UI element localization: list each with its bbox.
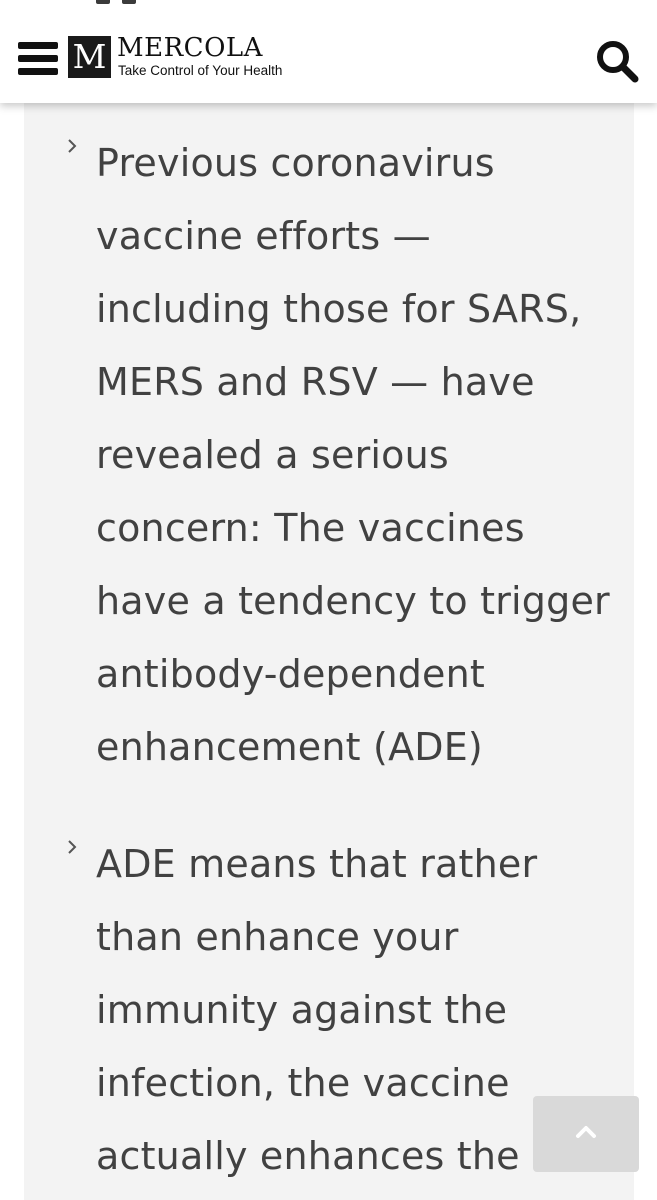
chevron-right-icon <box>68 840 77 854</box>
logo-name: MERCOLA <box>117 33 263 63</box>
scrolled-content-fragment <box>96 0 186 6</box>
chevron-up-icon <box>576 1126 596 1138</box>
logo-tagline: Take Control of Your Health <box>118 63 283 78</box>
chevron-right-icon <box>68 139 77 153</box>
logo-mark: M <box>68 36 111 78</box>
search-icon <box>597 41 639 83</box>
site-header: M MERCOLA Take Control of Your Health <box>0 0 657 103</box>
search-button[interactable] <box>594 38 640 84</box>
site-logo[interactable]: M MERCOLA Take Control of Your Health <box>68 33 308 80</box>
article-panel: Previous coronavirus vaccine efforts — i… <box>24 0 634 1200</box>
hamburger-menu-icon[interactable] <box>18 40 58 76</box>
page: Previous coronavirus vaccine efforts — i… <box>0 0 657 1200</box>
bullet-item: Previous coronavirus vaccine efforts — i… <box>24 127 634 784</box>
bullet-text: Previous coronavirus vaccine efforts — i… <box>96 141 610 769</box>
scroll-to-top-button[interactable] <box>533 1096 639 1172</box>
bullet-list: Previous coronavirus vaccine efforts — i… <box>24 127 634 1200</box>
